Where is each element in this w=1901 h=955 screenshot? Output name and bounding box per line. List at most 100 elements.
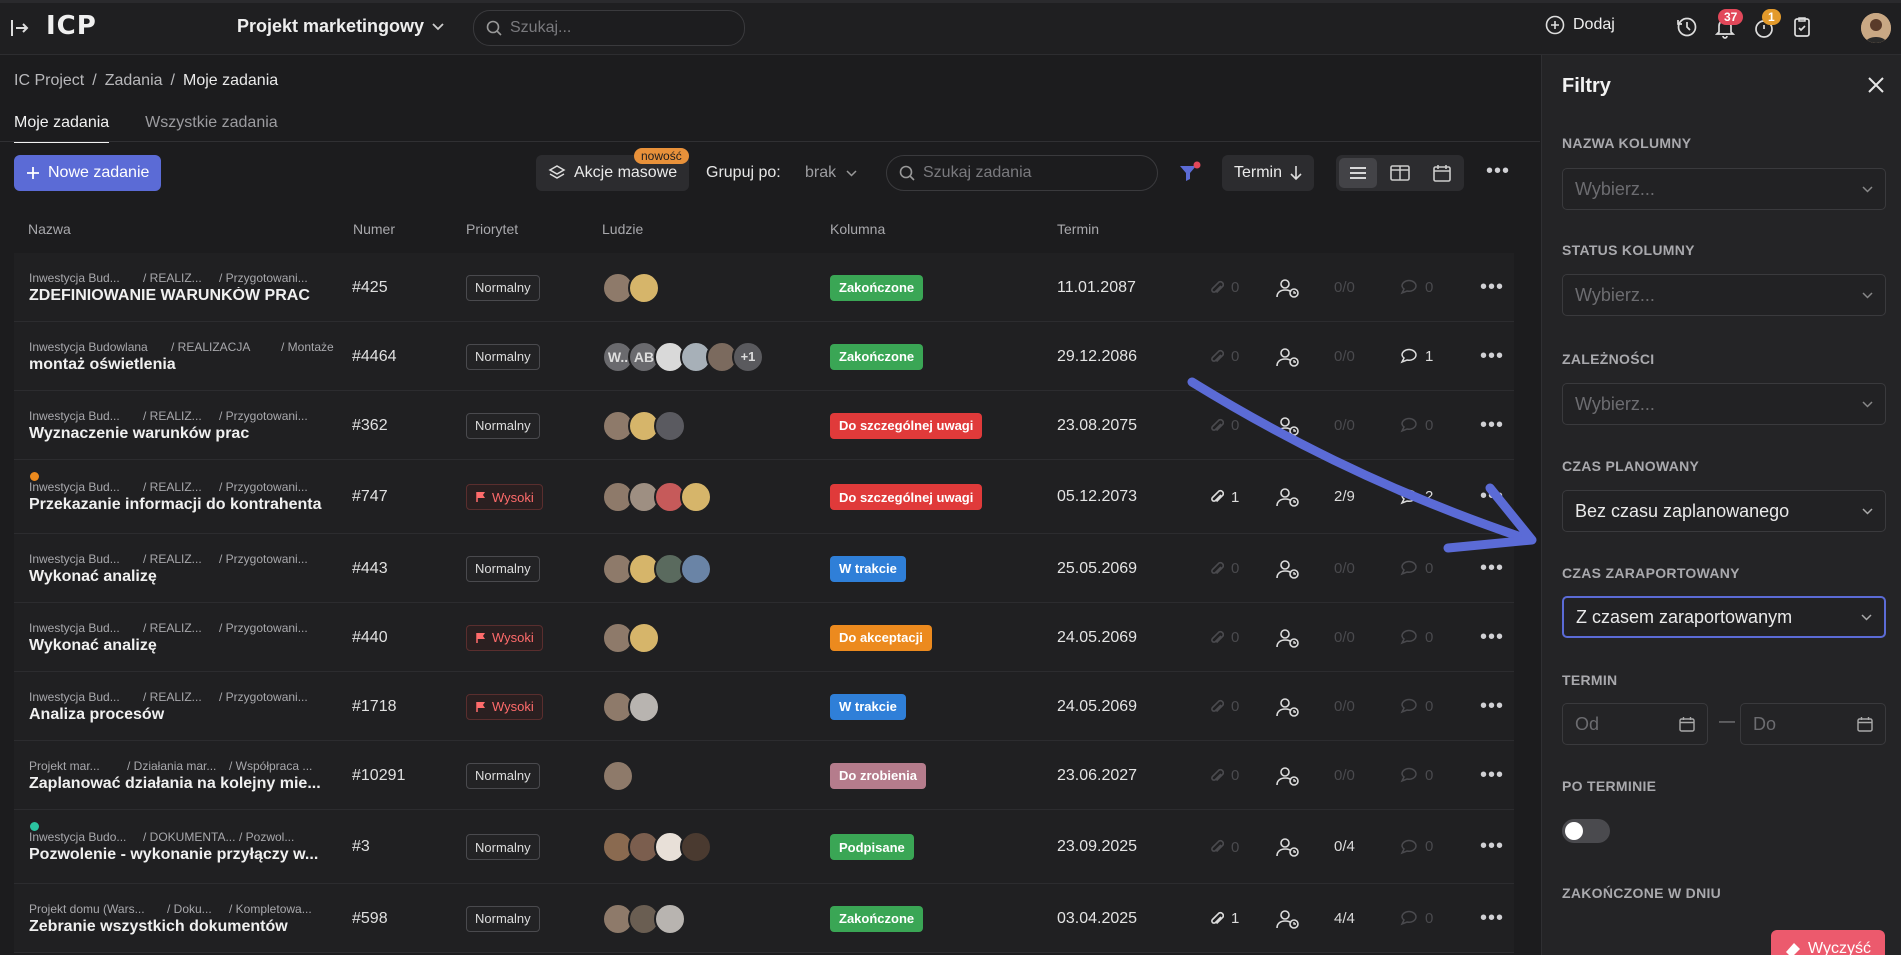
- table-row[interactable]: Inwestycja Bud... / REALIZ... / Przygotowa…: [14, 603, 1514, 672]
- task-path-segment[interactable]: / REALIZ...: [143, 552, 202, 566]
- avatar[interactable]: [628, 271, 660, 304]
- global-search-input[interactable]: [510, 19, 710, 37]
- table-row[interactable]: Projekt domu (Wars... / Doku... / Kompleto…: [14, 884, 1514, 953]
- dependencies-select[interactable]: Wybierz...: [1562, 383, 1886, 425]
- task-path-segment[interactable]: / REALIZ...: [143, 480, 202, 494]
- task-title[interactable]: Wykonać analizę: [29, 637, 329, 655]
- assign-user-icon[interactable]: [1276, 559, 1300, 579]
- people-avatars[interactable]: [602, 831, 712, 863]
- group-by-select[interactable]: brak: [805, 164, 857, 182]
- attachments[interactable]: 0: [1210, 838, 1239, 856]
- task-path-segment[interactable]: Inwestycja Bud...: [29, 690, 120, 704]
- assign-user-icon[interactable]: [1276, 278, 1300, 298]
- assign-user-icon[interactable]: [1276, 697, 1300, 717]
- breadcrumb-item[interactable]: Zadania: [105, 72, 163, 90]
- task-path-segment[interactable]: / Pozwol...: [239, 830, 294, 844]
- people-avatars[interactable]: [602, 271, 660, 304]
- clipboard-check-icon[interactable]: [1793, 16, 1811, 38]
- task-path-segment[interactable]: / REALIZACJA: [171, 340, 250, 354]
- people-avatars[interactable]: [602, 409, 686, 442]
- assign-user-icon[interactable]: [1276, 909, 1300, 929]
- board-view-button[interactable]: [1381, 158, 1419, 188]
- comments[interactable]: 0: [1400, 698, 1433, 715]
- task-title[interactable]: Zebranie wszystkich dokumentów: [29, 918, 329, 936]
- priority-badge[interactable]: Wysoki: [466, 484, 543, 510]
- column-header-people[interactable]: Ludzie: [602, 221, 643, 237]
- comments[interactable]: 0: [1400, 767, 1433, 784]
- tab-all-tasks[interactable]: Wszystkie zadania: [145, 114, 278, 143]
- status-badge[interactable]: W trakcie: [830, 693, 906, 720]
- assign-user-icon[interactable]: [1276, 766, 1300, 786]
- status-badge[interactable]: Zakończone: [830, 343, 924, 370]
- task-title[interactable]: Wyznaczenie warunków prac: [29, 425, 329, 443]
- column-header-priority[interactable]: Priorytet: [466, 221, 518, 237]
- term-from-input[interactable]: Od: [1562, 703, 1708, 745]
- more-people-count[interactable]: +1: [732, 340, 764, 373]
- row-more-icon[interactable]: •••: [1480, 835, 1504, 858]
- task-path-segment[interactable]: / Kompletowa...: [229, 902, 312, 916]
- attachments[interactable]: 0: [1210, 767, 1239, 785]
- task-path-segment[interactable]: Projekt mar...: [29, 759, 100, 773]
- task-path-segment[interactable]: / Przygotowani...: [219, 480, 308, 494]
- column-status-select[interactable]: Wybierz...: [1562, 274, 1886, 316]
- attachments[interactable]: 0: [1210, 629, 1239, 647]
- avatar[interactable]: [654, 409, 686, 442]
- task-path-segment[interactable]: Inwestycja Bud...: [29, 621, 120, 635]
- people-avatars[interactable]: [602, 552, 712, 585]
- sort-button[interactable]: Termin: [1222, 155, 1315, 191]
- attachments[interactable]: 0: [1210, 560, 1239, 578]
- row-more-icon[interactable]: •••: [1480, 764, 1504, 787]
- task-path-segment[interactable]: / Współpraca ...: [229, 759, 312, 773]
- assign-user-icon[interactable]: [1276, 347, 1300, 367]
- people-avatars[interactable]: [602, 621, 660, 654]
- task-path-segment[interactable]: / REALIZ...: [143, 621, 202, 635]
- attachments[interactable]: 0: [1210, 698, 1239, 716]
- table-row[interactable]: Inwestycja Bud... / REALIZ... / Przygotowa…: [14, 672, 1514, 741]
- task-title[interactable]: ZDEFINIOWANIE WARUNKÓW PRAC: [29, 287, 329, 305]
- status-badge[interactable]: Do akceptacji: [830, 624, 932, 651]
- priority-badge[interactable]: Wysoki: [466, 693, 543, 720]
- app-logo[interactable]: ICP: [46, 11, 97, 41]
- task-path-segment[interactable]: / Przygotowani...: [219, 409, 308, 423]
- status-badge[interactable]: Do szczególnej uwagi: [830, 484, 983, 510]
- task-title[interactable]: Przekazanie informacji do kontrahenta: [29, 496, 329, 514]
- task-search[interactable]: [886, 155, 1158, 191]
- task-path-segment[interactable]: Inwestycja Bud...: [29, 552, 120, 566]
- people-avatars[interactable]: [602, 902, 686, 935]
- attachments[interactable]: 0: [1210, 279, 1239, 297]
- planned-time-select[interactable]: Bez czasu zaplanowanego: [1562, 490, 1886, 532]
- task-title[interactable]: Pozwolenie - wykonanie przyłączy w...: [29, 846, 329, 864]
- reported-time-select[interactable]: Z czasem zaraportowanym: [1562, 596, 1886, 638]
- new-task-button[interactable]: Nowe zadanie: [14, 155, 162, 191]
- avatar[interactable]: [628, 690, 660, 723]
- row-more-icon[interactable]: •••: [1480, 276, 1504, 299]
- row-more-icon[interactable]: •••: [1480, 345, 1504, 368]
- task-path-segment[interactable]: / Przygotowani...: [219, 271, 308, 285]
- comments[interactable]: 0: [1400, 560, 1433, 577]
- task-path-segment[interactable]: Inwestycja Bud...: [29, 409, 120, 423]
- task-path-segment[interactable]: / REALIZ...: [143, 271, 202, 285]
- add-button[interactable]: Dodaj: [1545, 15, 1615, 35]
- more-options-icon[interactable]: •••: [1486, 160, 1510, 183]
- avatar[interactable]: [680, 481, 712, 513]
- task-path-segment[interactable]: / REALIZ...: [143, 409, 202, 423]
- project-switcher[interactable]: Projekt marketingowy: [237, 16, 444, 37]
- status-badge[interactable]: Zakończone: [830, 905, 924, 932]
- comments[interactable]: 0: [1400, 910, 1433, 927]
- history-icon[interactable]: [1676, 16, 1698, 38]
- status-badge[interactable]: Do zrobienia: [830, 762, 927, 789]
- task-path-segment[interactable]: / Montaże: [281, 340, 334, 354]
- task-path-segment[interactable]: Inwestycja Budowlana: [29, 340, 148, 354]
- user-avatar[interactable]: [1861, 13, 1891, 43]
- row-more-icon[interactable]: •••: [1480, 626, 1504, 649]
- priority-badge[interactable]: Normalny: [466, 834, 540, 860]
- status-badge[interactable]: Zakończone: [830, 274, 924, 301]
- table-row[interactable]: Inwestycja Budo... / DOKUMENTA... / Pozwol…: [14, 810, 1514, 884]
- task-title[interactable]: montaż oświetlenia: [29, 356, 329, 374]
- comments[interactable]: 0: [1400, 279, 1433, 296]
- overdue-toggle[interactable]: [1562, 819, 1610, 843]
- avatar[interactable]: [680, 552, 712, 585]
- term-to-input[interactable]: Do: [1740, 703, 1886, 745]
- assign-user-icon[interactable]: [1276, 628, 1300, 648]
- avatar[interactable]: [680, 831, 712, 863]
